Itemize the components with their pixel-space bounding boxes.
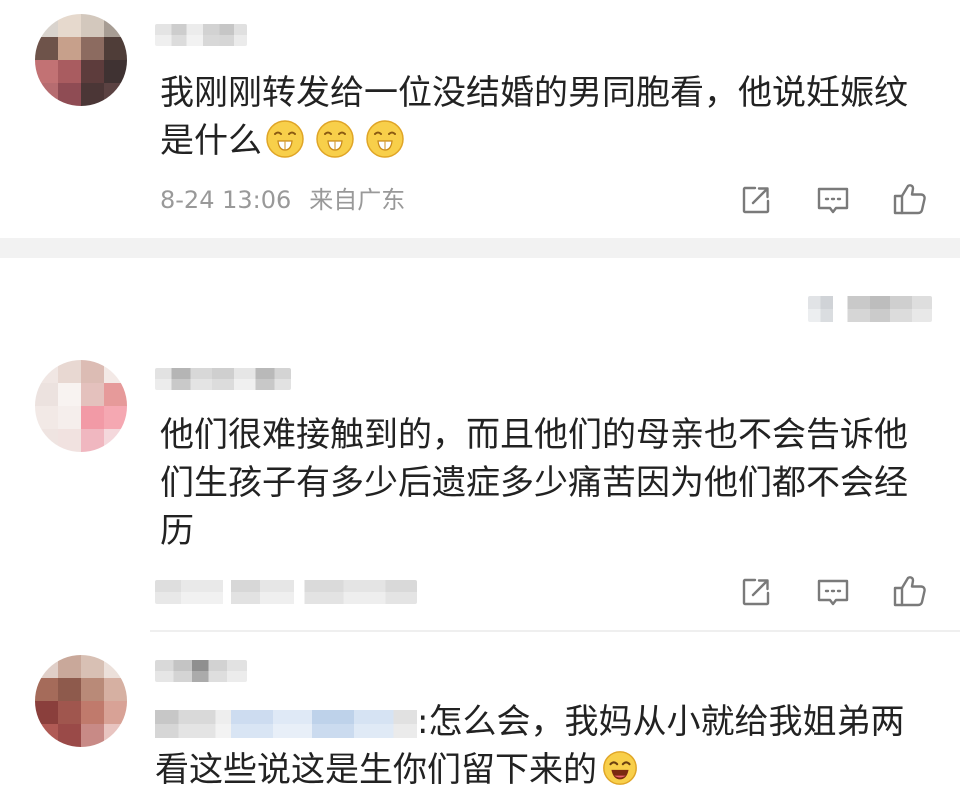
username-blurred[interactable] <box>155 24 247 46</box>
grin-emoji-icon <box>315 119 355 159</box>
comment-meta: 8-24 13:06 来自广东 <box>160 186 405 214</box>
avatar[interactable] <box>35 360 127 452</box>
comment-meta-blurred <box>155 580 417 604</box>
comment-divider <box>150 630 960 632</box>
username-blurred[interactable] <box>155 368 291 390</box>
grin-emoji-icon <box>265 119 305 159</box>
grin-emoji-icon <box>365 119 405 159</box>
comment-text: :怎么会，我妈从小就给我姐弟两看这些说这是生你们留下来的 <box>155 698 925 794</box>
comment-text: 我刚刚转发给一位没结婚的男同胞看，他说妊娠纹是什么 <box>160 69 925 165</box>
like-icon[interactable] <box>892 574 928 608</box>
sort-toggle-blurred[interactable] <box>808 296 932 322</box>
comment-icon[interactable] <box>816 186 850 216</box>
laugh-cry-emoji-icon <box>600 748 640 788</box>
username-blurred[interactable] <box>155 660 247 682</box>
comment-icon[interactable] <box>816 578 850 608</box>
reply-mention-blurred[interactable] <box>155 709 417 738</box>
comment-text: 他们很难接触到的，而且他们的母亲也不会告诉他们生孩子有多少后遗症多少痛苦因为他们… <box>160 411 925 555</box>
share-icon[interactable] <box>740 184 772 216</box>
avatar[interactable] <box>35 655 127 747</box>
timestamp: 8-24 13:06 <box>160 186 292 214</box>
section-separator <box>0 238 960 258</box>
like-icon[interactable] <box>892 182 928 216</box>
location: 来自广东 <box>309 186 406 214</box>
comment-body: 他们很难接触到的，而且他们的母亲也不会告诉他们生孩子有多少后遗症多少痛苦因为他们… <box>160 415 908 551</box>
avatar[interactable] <box>35 14 127 106</box>
share-icon[interactable] <box>740 576 772 608</box>
